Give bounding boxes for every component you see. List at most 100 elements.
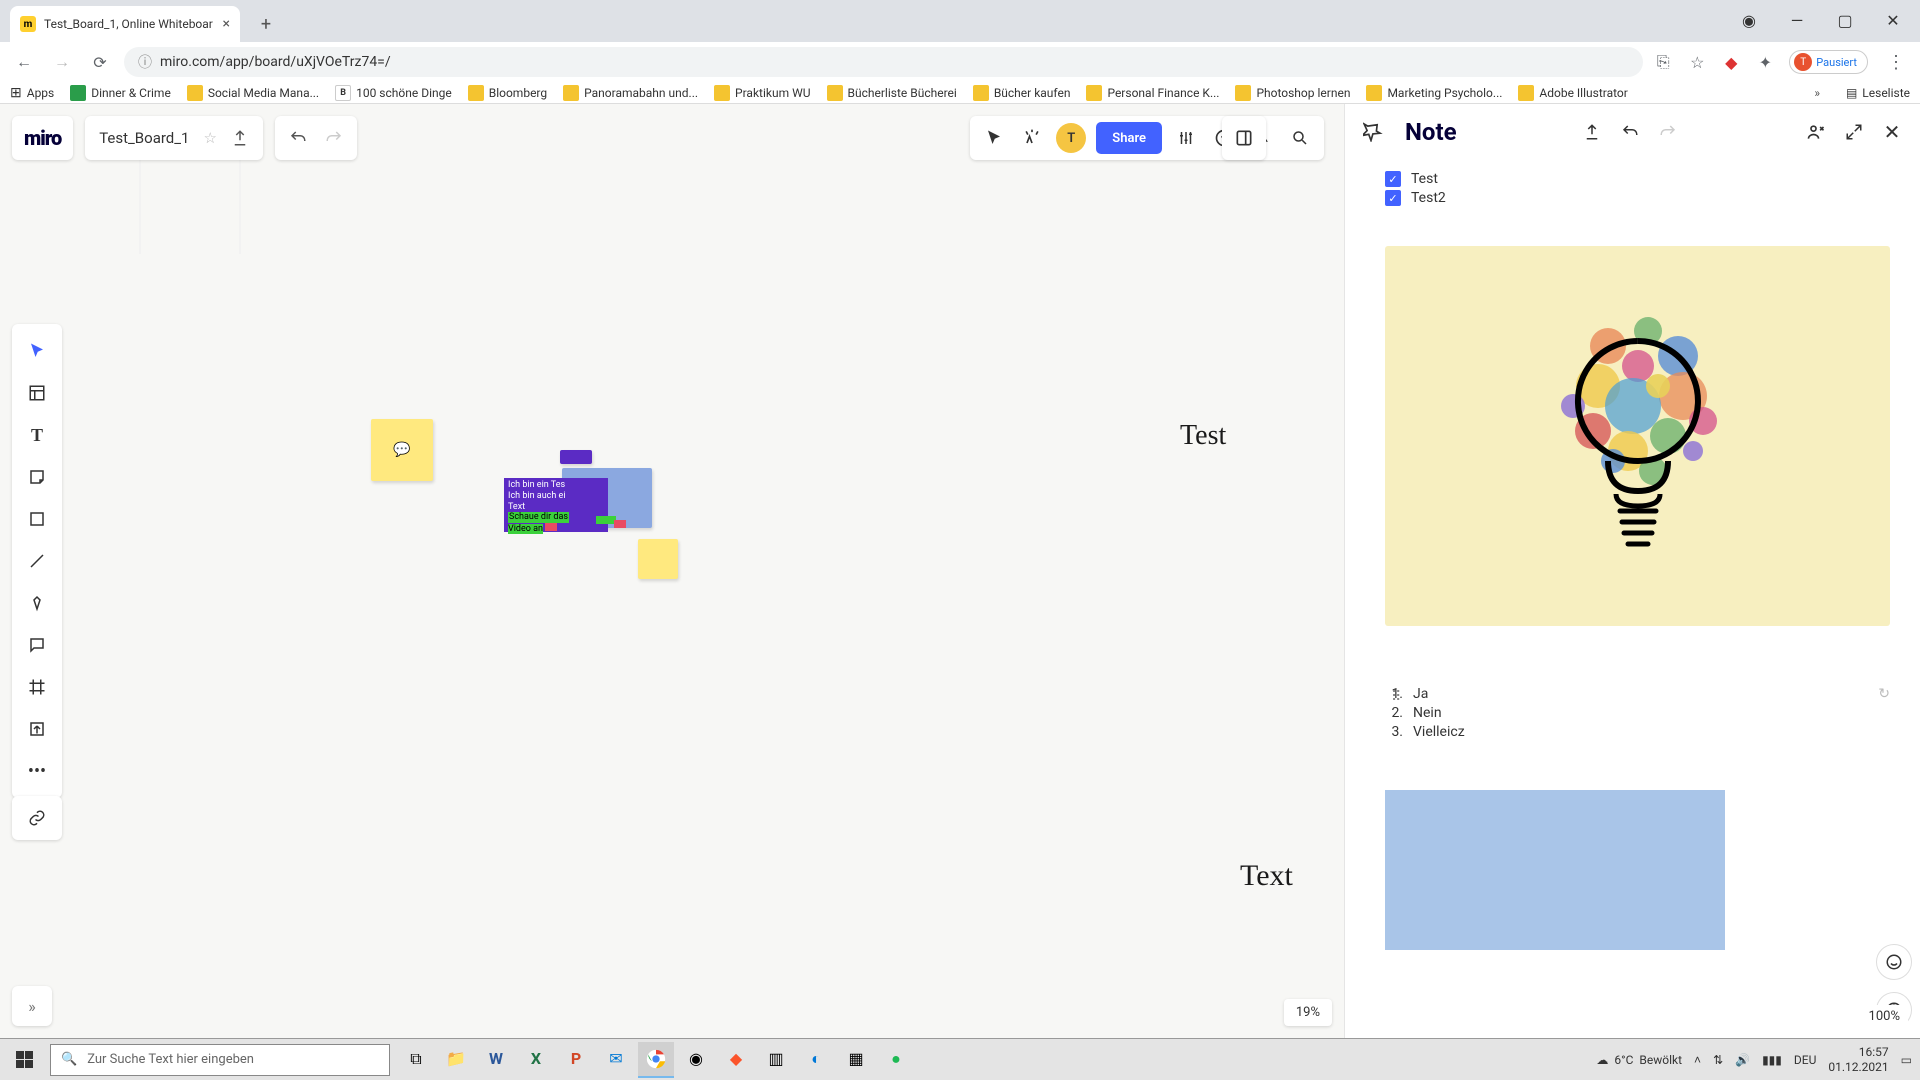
sticky-note-yellow-1[interactable]: 💬	[371, 419, 433, 481]
canvas-zoom-level[interactable]: 19%	[1284, 999, 1332, 1026]
bookmark-item[interactable]: Praktikum WU	[714, 85, 810, 101]
pen-tool[interactable]	[18, 584, 56, 622]
purple-text-card[interactable]: Ich bin ein Tes Ich bin auch ei Text Sch…	[504, 478, 608, 532]
search-icon[interactable]	[1286, 124, 1314, 152]
cursor-mode-icon[interactable]	[980, 124, 1008, 152]
edge-icon[interactable]: ◐	[798, 1042, 834, 1078]
note-close-icon[interactable]: ✕	[1880, 120, 1904, 144]
note-body[interactable]: ✓Test ✓Test2	[1345, 160, 1920, 1038]
text-tool[interactable]: T	[18, 416, 56, 454]
bookmark-item[interactable]: Social Media Mana...	[187, 85, 319, 101]
checkbox-checked-icon[interactable]: ✓	[1385, 171, 1401, 187]
forward-button[interactable]: →	[48, 48, 76, 76]
red-chip[interactable]	[614, 520, 626, 528]
obs-icon[interactable]: ◉	[678, 1042, 714, 1078]
explorer-icon[interactable]: 📁	[438, 1042, 474, 1078]
list-item[interactable]: 3.Vielleicz	[1385, 724, 1890, 740]
bookmark-star-icon[interactable]: ☆	[1687, 52, 1707, 72]
chrome-icon[interactable]	[638, 1042, 674, 1078]
undo-button[interactable]	[289, 129, 307, 147]
word-icon[interactable]: W	[478, 1042, 514, 1078]
checklist-item[interactable]: ✓Test	[1385, 171, 1890, 187]
browser-tab[interactable]: m Test_Board_1, Online Whiteboar ×	[10, 6, 240, 42]
minimize-button[interactable]: —	[1774, 4, 1820, 36]
bookmark-item[interactable]: Personal Finance K...	[1086, 85, 1219, 101]
language-indicator[interactable]: DEU	[1794, 1053, 1816, 1067]
note-undo-icon[interactable]	[1618, 120, 1642, 144]
maximize-button[interactable]: ▢	[1822, 4, 1868, 36]
bookmark-item[interactable]: Bücher kaufen	[973, 85, 1071, 101]
bookmark-item[interactable]: Marketing Psycholo...	[1366, 85, 1502, 101]
spotify-icon[interactable]: ●	[878, 1042, 914, 1078]
select-tool[interactable]	[18, 332, 56, 370]
start-button[interactable]	[0, 1039, 48, 1081]
mail-icon[interactable]: ✉	[598, 1042, 634, 1078]
bookmark-item[interactable]: Bloomberg	[468, 85, 547, 101]
upload-tool[interactable]	[18, 710, 56, 748]
taskbar-clock[interactable]: 16:57 01.12.2021	[1828, 1045, 1888, 1074]
bookmark-item[interactable]: B100 schöne Dinge	[335, 85, 452, 101]
site-info-icon[interactable]: ⓘ	[138, 52, 152, 72]
task-view-icon[interactable]: ⧉	[398, 1042, 434, 1078]
volume-icon[interactable]: 🔊	[1735, 1053, 1750, 1067]
miro-canvas[interactable]: 💬 Ich bin ein Tes Ich bin auch ei Text S…	[0, 104, 1344, 1038]
link-tool[interactable]	[18, 799, 56, 837]
battery-icon[interactable]: ▮▮▮	[1762, 1053, 1782, 1067]
canvas-text-test[interactable]: Test	[1180, 420, 1226, 452]
account-status-icon[interactable]: ◉	[1726, 4, 1772, 36]
checklist-item[interactable]: ✓Test2	[1385, 190, 1890, 206]
line-tool[interactable]	[18, 542, 56, 580]
bookmark-item[interactable]: Bücherliste Bücherei	[827, 85, 957, 101]
favorite-star-icon[interactable]: ☆	[203, 129, 216, 147]
translate-icon[interactable]: ⎘	[1653, 52, 1673, 72]
note-export-icon[interactable]	[1580, 120, 1604, 144]
notes-toggle-button[interactable]	[1222, 116, 1266, 160]
profile-paused-badge[interactable]: T Pausiert	[1789, 50, 1868, 74]
extensions-icon[interactable]: ✦	[1755, 52, 1775, 72]
bookmarks-overflow-icon[interactable]: »	[1814, 86, 1820, 100]
frame-tool[interactable]	[18, 668, 56, 706]
user-avatar[interactable]: T	[1056, 123, 1086, 153]
brave-icon[interactable]: ◆	[718, 1042, 754, 1078]
bookmark-item[interactable]: Adobe Illustrator	[1518, 85, 1627, 101]
block-drag-handle-icon[interactable]: ⠿	[1391, 689, 1401, 705]
weather-widget[interactable]: ☁ 6°C Bewölkt	[1596, 1053, 1682, 1067]
apps-shortcut[interactable]: ⊞Apps	[10, 85, 54, 101]
notifications-tray-icon[interactable]: ▭	[1901, 1053, 1912, 1067]
note-expand-icon[interactable]	[1842, 120, 1866, 144]
reload-button[interactable]: ⟳	[86, 48, 114, 76]
shape-tool[interactable]	[18, 500, 56, 538]
block-sync-icon[interactable]: ↻	[1878, 686, 1890, 702]
note-zoom-level[interactable]: 100%	[1861, 1005, 1908, 1028]
new-tab-button[interactable]: +	[252, 10, 280, 38]
note-redo-icon[interactable]	[1656, 120, 1680, 144]
expand-minimap-button[interactable]: »	[12, 986, 52, 1026]
note-blue-block[interactable]	[1385, 790, 1725, 950]
browser-menu-button[interactable]: ⋮	[1882, 52, 1910, 73]
redo-button[interactable]	[325, 129, 343, 147]
purple-card[interactable]	[560, 450, 592, 464]
sticky-note-yellow-2[interactable]	[638, 539, 678, 579]
list-item[interactable]: 1.Ja	[1385, 686, 1890, 702]
excel-icon[interactable]: X	[518, 1042, 554, 1078]
share-button[interactable]: Share	[1096, 122, 1162, 154]
taskbar-search[interactable]: 🔍 Zur Suche Text hier eingeben	[50, 1044, 390, 1076]
bookmark-item[interactable]: Photoshop lernen	[1235, 85, 1350, 101]
list-item[interactable]: 2.Nein	[1385, 705, 1890, 721]
note-image-lightbulb[interactable]	[1385, 246, 1890, 626]
board-name[interactable]: Test_Board_1	[99, 129, 189, 147]
close-tab-icon[interactable]: ×	[223, 16, 230, 32]
checkbox-checked-icon[interactable]: ✓	[1385, 190, 1401, 206]
close-window-button[interactable]: ✕	[1870, 4, 1916, 36]
note-collab-icon[interactable]	[1804, 120, 1828, 144]
back-button[interactable]: ←	[10, 48, 38, 76]
canvas-text-text[interactable]: Text	[1240, 859, 1293, 893]
miro-logo[interactable]: miro	[12, 116, 73, 160]
app-icon[interactable]: ▦	[838, 1042, 874, 1078]
tray-expand-icon[interactable]: ˄	[1694, 1053, 1701, 1067]
sticky-tool[interactable]	[18, 458, 56, 496]
note-feedback-icon[interactable]	[1876, 944, 1912, 980]
extension-icon-1[interactable]: ◆	[1721, 52, 1741, 72]
settings-sliders-icon[interactable]	[1172, 124, 1200, 152]
ordered-list[interactable]: ⠿ ↻ 1.Ja 2.Nein 3.Vielleicz	[1385, 686, 1890, 740]
